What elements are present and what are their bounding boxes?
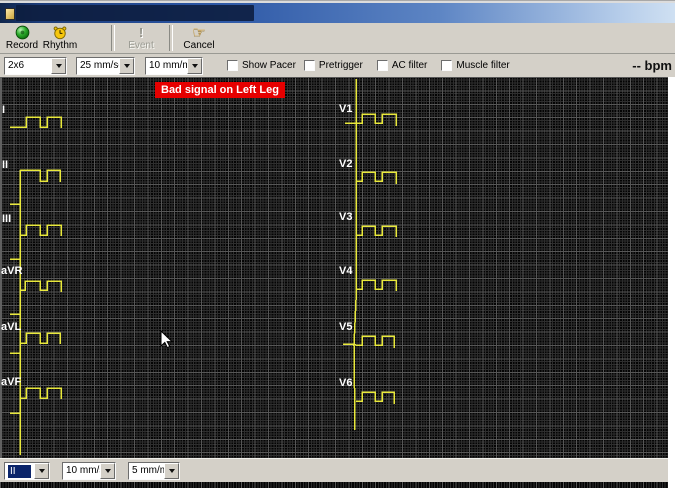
lead-label-V6: V6 (339, 377, 352, 389)
lead-label-V3: V3 (339, 211, 352, 223)
lead-label-III: III (2, 213, 11, 225)
speed-select[interactable]: 25 mm/sec (76, 57, 135, 75)
gain-select-value: 10 mm/mV (149, 60, 187, 71)
toolbar-separator (169, 25, 173, 51)
rhythm-lead-select-value: II (8, 465, 31, 478)
event-button-label: Event (128, 40, 154, 51)
dropdown-arrow-icon[interactable] (51, 58, 66, 74)
toolbar-separator (111, 25, 115, 51)
checkbox-box[interactable] (227, 60, 238, 71)
gain-select[interactable]: 10 mm/mV (145, 57, 203, 75)
lead-label-II: II (2, 159, 8, 171)
mouse-cursor (160, 330, 174, 349)
rhythm-speed-select[interactable]: 10 mm/sec (62, 462, 116, 480)
lead-label-aVL: aVL (1, 321, 21, 333)
checkbox-box[interactable] (304, 60, 315, 71)
settings-bar: 2x6 25 mm/sec 10 mm/mV Show Pacer Pretrig… (0, 54, 675, 77)
ecg-traces (0, 77, 668, 458)
rhythm-button-label: Rhythm (43, 40, 77, 51)
dropdown-arrow-icon[interactable] (164, 463, 179, 479)
ecg-display: Bad signal on Left Leg IIIIIIaVRaVLaVFV1… (0, 77, 668, 458)
record-button[interactable]: Record (3, 24, 41, 53)
toolbar: Record Rhythm ! Event ☞ Cancel (0, 23, 675, 54)
checkbox-box[interactable] (441, 60, 452, 71)
ecg-trace-aVL (20, 333, 60, 344)
muscle-filter-checkbox[interactable]: Muscle filter (441, 60, 509, 71)
ecg-trace-V6 (356, 392, 394, 404)
exclamation-icon: ! (139, 25, 143, 40)
ecg-trace-I (10, 117, 61, 128)
ecg-grid-strip (0, 482, 668, 488)
lead-label-aVF: aVF (1, 376, 21, 388)
checkbox-box[interactable] (377, 60, 388, 71)
show-pacer-checkbox-label: Show Pacer (242, 60, 296, 71)
ecg-trace-V3 (356, 226, 396, 237)
rhythm-gain-select[interactable]: 5 mm/mV (128, 462, 180, 480)
layout-select-value: 2x6 (8, 60, 24, 71)
ecg-trace-II (20, 170, 60, 182)
lead-label-I: I (2, 104, 5, 116)
dropdown-arrow-icon[interactable] (187, 58, 202, 74)
pretrigger-checkbox-label: Pretrigger (319, 60, 363, 71)
lead-label-V2: V2 (339, 158, 352, 170)
layout-select[interactable]: 2x6 (4, 57, 67, 75)
show-pacer-checkbox[interactable]: Show Pacer (227, 60, 296, 71)
ac-filter-checkbox[interactable]: AC filter (377, 60, 428, 71)
ecg-trace-aVR (20, 281, 61, 292)
ecg-trace-aVF (20, 388, 61, 399)
stopwatch-icon (52, 25, 68, 40)
speed-select-value: 25 mm/sec (80, 60, 119, 71)
rhythm-speed-select-value: 10 mm/sec (66, 465, 100, 476)
record-orb-icon (15, 25, 30, 40)
ecg-trace-V2 (356, 172, 396, 184)
heart-rate-label: -- bpm (632, 58, 675, 73)
rhythm-gain-select-value: 5 mm/mV (132, 465, 164, 476)
lead-label-V4: V4 (339, 265, 352, 277)
window-title (16, 5, 254, 21)
pretrigger-checkbox[interactable]: Pretrigger (304, 60, 363, 71)
dropdown-arrow-icon[interactable] (100, 463, 115, 479)
event-button: ! Event (120, 24, 162, 53)
rhythm-button[interactable]: Rhythm (41, 24, 79, 53)
rhythm-lead-select[interactable]: II (4, 462, 50, 480)
app-icon (5, 8, 15, 20)
titlebar[interactable] (0, 3, 675, 23)
cancel-button-label: Cancel (183, 40, 214, 51)
rhythm-strip-bar: II 10 mm/sec 5 mm/mV (0, 458, 668, 482)
ecg-trace-V5 (343, 336, 394, 348)
muscle-filter-checkbox-label: Muscle filter (456, 60, 509, 71)
dropdown-arrow-icon[interactable] (34, 463, 49, 479)
lead-label-V5: V5 (339, 321, 352, 333)
ecg-trace-V4 (356, 280, 396, 291)
ac-filter-checkbox-label: AC filter (392, 60, 428, 71)
ecg-trace-III (20, 225, 61, 236)
ecg-right-sweep-line (354, 79, 356, 430)
record-button-label: Record (6, 40, 38, 51)
lead-label-aVR: aVR (1, 265, 22, 277)
window-right-edge (668, 77, 675, 488)
pointing-hand-icon: ☞ (192, 25, 205, 40)
ecg-trace-V1 (345, 114, 396, 126)
lead-label-V1: V1 (339, 103, 352, 115)
ecg-application-window: Record Rhythm ! Event ☞ Cancel (0, 0, 675, 490)
dropdown-arrow-icon[interactable] (119, 58, 134, 74)
cancel-button[interactable]: ☞ Cancel (177, 24, 221, 53)
